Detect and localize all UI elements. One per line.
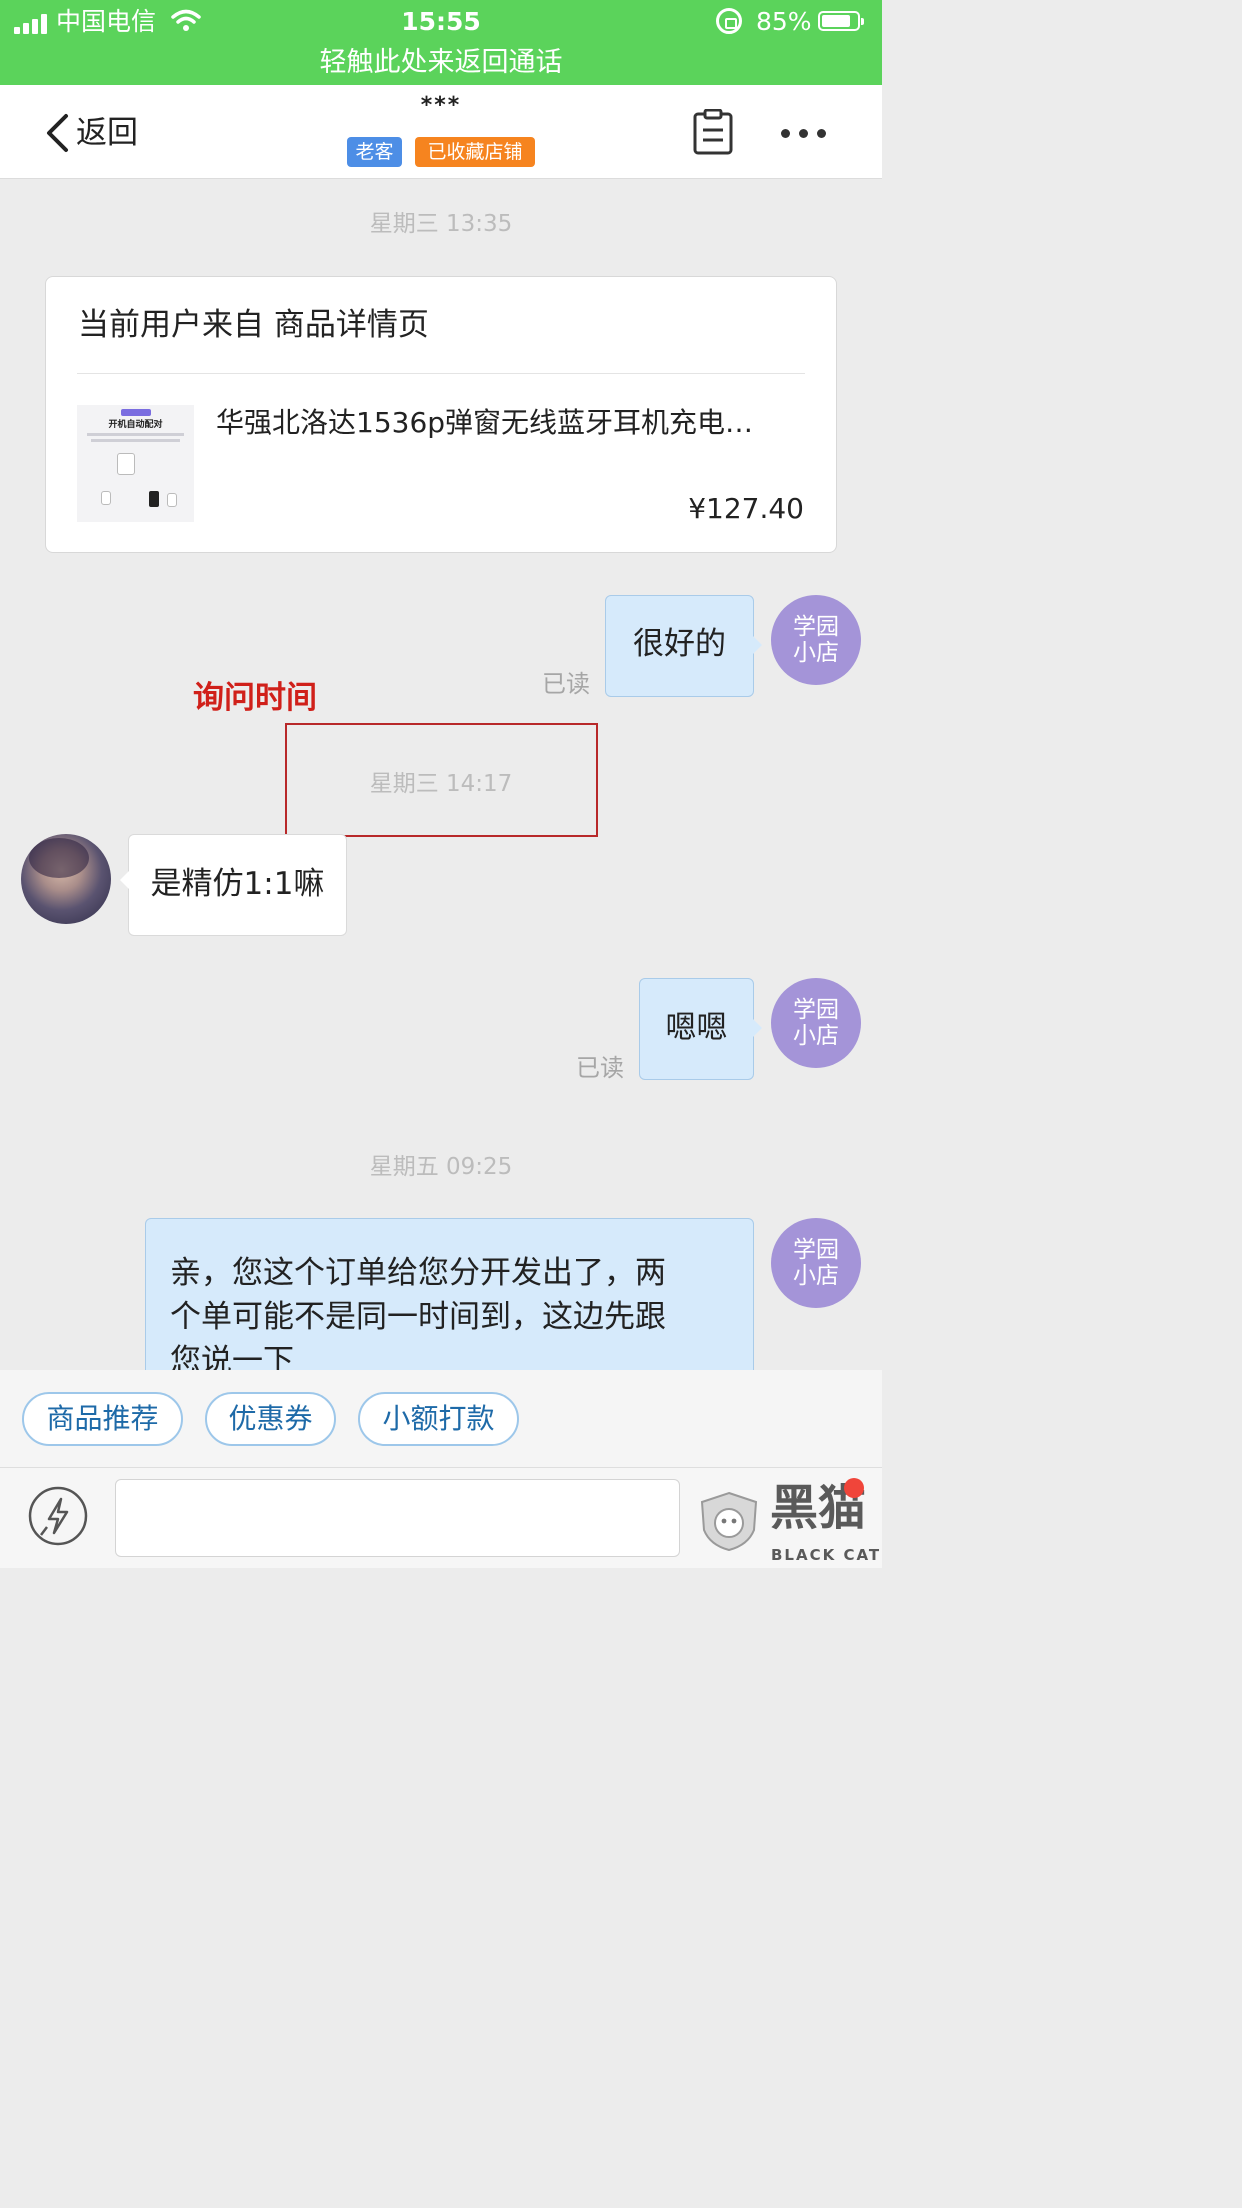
message-line: 个单可能不是同一时间到，这边先跟 [170, 1299, 666, 1335]
avatar-line: 学园 [793, 614, 839, 640]
shop-avatar[interactable]: 学园 小店 [771, 978, 861, 1068]
watermark-sub: BLACK CAT [771, 1546, 882, 1564]
message-text: 很好的 [633, 626, 726, 662]
clock: 15:55 [401, 7, 481, 36]
favorited-shop-badge: 已收藏店铺 [415, 137, 535, 167]
status-bar: 中国电信 15:55 85% 轻触此处来返回通话 [0, 0, 882, 85]
small-payment-button[interactable]: 小额打款 [358, 1392, 519, 1446]
battery-percent: 85% [756, 7, 812, 36]
back-label[interactable]: 返回 [76, 115, 138, 151]
product-thumbnail[interactable]: 开机自动配对 [77, 405, 194, 522]
battery-icon [818, 11, 864, 31]
read-status: 已读 [542, 670, 590, 698]
product-price: ¥127.40 [688, 492, 804, 525]
coupon-button[interactable]: 优惠券 [205, 1392, 336, 1446]
message-bubble[interactable]: 是精仿1:1嘛 [120, 834, 347, 936]
avatar-line: 小店 [793, 1263, 839, 1289]
returning-customer-badge: 老客 [347, 137, 402, 167]
rotation-lock-icon [716, 8, 742, 34]
cat-shield-logo-icon [700, 1491, 758, 1552]
product-recommend-button[interactable]: 商品推荐 [22, 1392, 183, 1446]
timestamp: 星期五 09:25 [369, 1154, 513, 1180]
clipboard-icon[interactable] [693, 109, 733, 155]
thumbnail-heading: 开机自动配对 [108, 420, 163, 430]
message-bubble[interactable]: 嗯嗯 [639, 978, 762, 1080]
read-status: 已读 [576, 1054, 624, 1082]
timestamp: 星期三 14:17 [369, 771, 513, 797]
avatar-line: 小店 [793, 1023, 839, 1049]
timestamp: 星期三 13:35 [369, 211, 513, 237]
annotation-label: 询问时间 [193, 680, 317, 716]
nav-bar: 返回 *** 老客 已收藏店铺 [0, 85, 882, 179]
source-text: 当前用户来自 商品详情页 [78, 307, 429, 343]
message-line: 亲，您这个订单给您分开发出了，两 [170, 1255, 666, 1291]
notification-dot [844, 1478, 864, 1498]
message-text: 嗯嗯 [665, 1010, 728, 1046]
avatar-line: 学园 [793, 997, 839, 1023]
chevron-left-icon[interactable] [44, 113, 70, 153]
quick-action-bar: 商品推荐 优惠券 小额打款 [0, 1370, 882, 1468]
message-bubble[interactable]: 亲，您这个订单给您分开发出了，两 个单可能不是同一时间到，这边先跟 您说一下 [145, 1218, 754, 1388]
shop-avatar[interactable]: 学园 小店 [771, 1218, 861, 1308]
more-icon[interactable] [781, 129, 827, 139]
shop-avatar[interactable]: 学园 小店 [771, 595, 861, 685]
message-text: 是精仿1:1嘛 [150, 866, 325, 902]
card-divider [77, 373, 805, 374]
avatar-line: 学园 [793, 1237, 839, 1263]
avatar-line: 小店 [793, 640, 839, 666]
lightning-icon[interactable] [27, 1485, 89, 1547]
input-bar: 黑猫 BLACK CAT [0, 1468, 882, 1568]
return-to-call-banner[interactable]: 轻触此处来返回通话 [0, 47, 882, 79]
product-title: 华强北洛达1536p弹窗无线蓝牙耳机充电… [216, 406, 754, 439]
product-card[interactable]: 当前用户来自 商品详情页 开机自动配对 华强北洛达1536p弹窗无线蓝牙耳机充电… [45, 276, 837, 553]
message-bubble[interactable]: 很好的 [605, 595, 762, 697]
message-text: 亲，您这个订单给您分开发出了，两 个单可能不是同一时间到，这边先跟 您说一下 [170, 1251, 740, 1383]
message-input[interactable] [115, 1479, 680, 1557]
customer-avatar[interactable] [21, 834, 111, 924]
chat-title: *** [420, 93, 462, 118]
